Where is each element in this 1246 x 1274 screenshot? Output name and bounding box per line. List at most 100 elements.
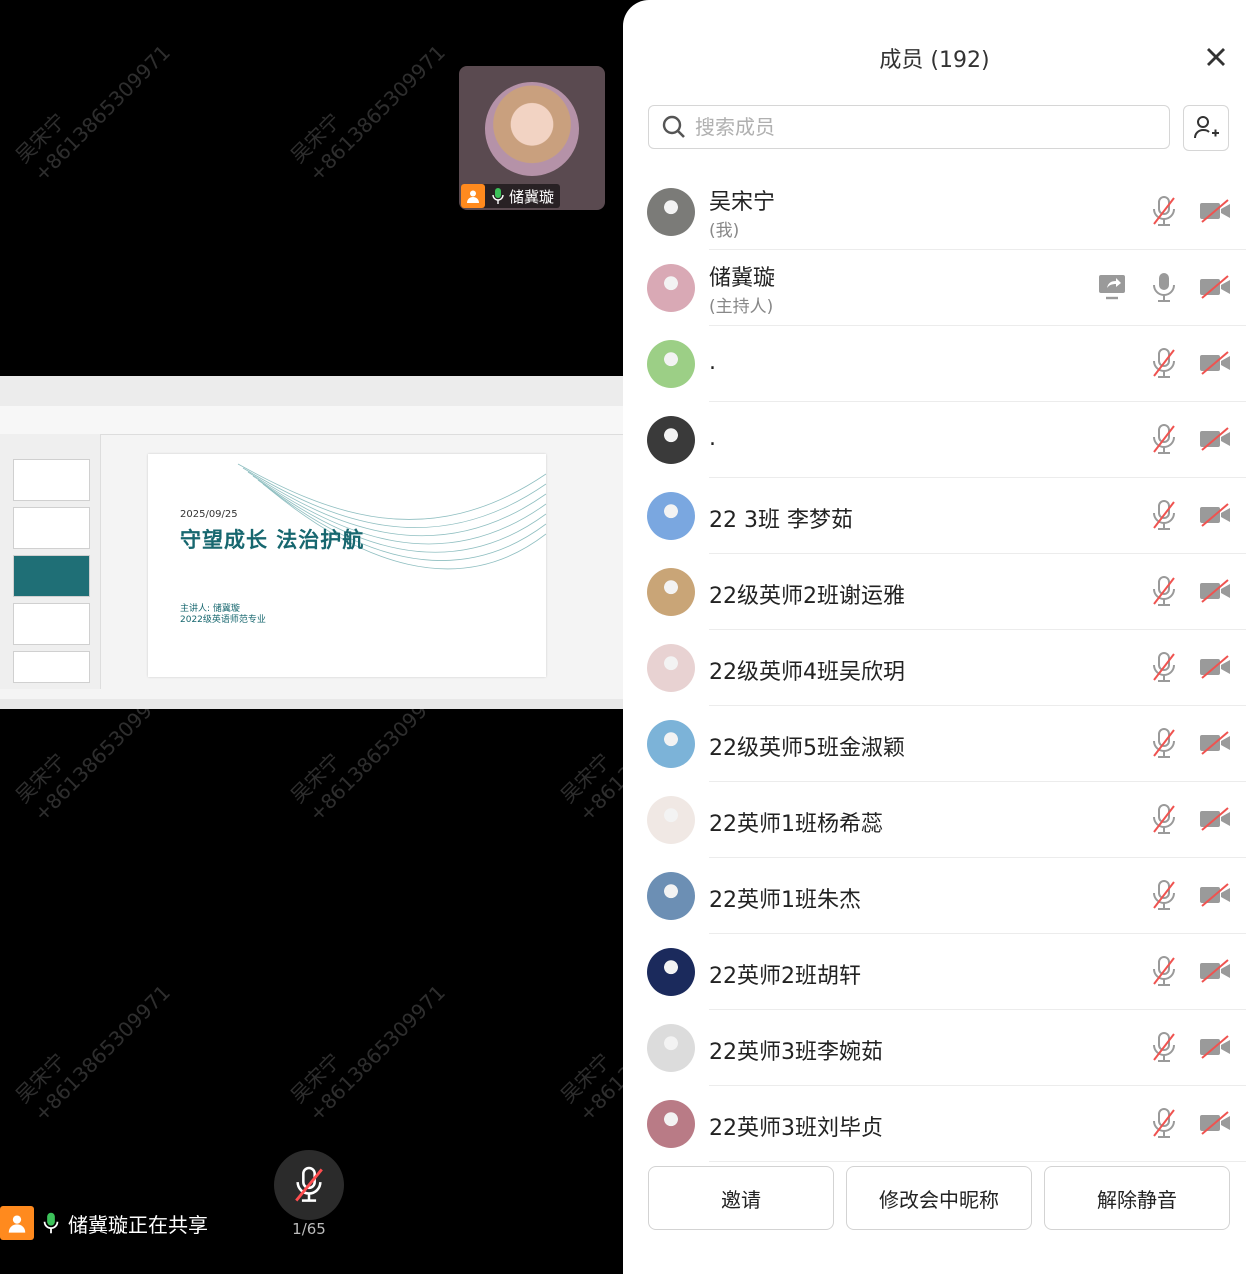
avatar	[647, 644, 695, 692]
camera-off-icon[interactable]	[1199, 351, 1231, 375]
member-row[interactable]: 吴宋宁 (我)	[623, 174, 1246, 250]
member-name: 22级英师5班金淑颖	[709, 736, 905, 761]
search-icon	[662, 115, 685, 138]
rename-button[interactable]: 修改会中昵称	[846, 1166, 1032, 1230]
avatar	[647, 796, 695, 844]
watermark: 吴宋宁 +8613865309971	[285, 980, 450, 1127]
slide-thumbnail	[13, 459, 90, 501]
member-row[interactable]: 22级英师5班金淑颖	[623, 706, 1246, 782]
member-row[interactable]: 22级英师2班谢运雅	[623, 554, 1246, 630]
member-row[interactable]: 22 3班 李梦茹	[623, 478, 1246, 554]
mic-on-icon	[492, 188, 504, 204]
slide-thumbnail	[13, 651, 90, 683]
slide-canvas: 2025/09/25 守望成长 法治护航 主讲人: 储冀璇 2022级英语师范专…	[148, 454, 546, 677]
thumbnail-name: 储冀璇	[509, 187, 555, 206]
close-icon[interactable]	[1203, 44, 1229, 70]
mic-muted-icon[interactable]	[1149, 954, 1179, 988]
member-name: 22 3班 李梦茹	[709, 508, 853, 533]
camera-off-icon[interactable]	[1199, 275, 1231, 299]
avatar	[647, 188, 695, 236]
mic-muted-icon[interactable]	[1149, 498, 1179, 532]
mic-muted-icon[interactable]	[1149, 650, 1179, 684]
camera-off-icon[interactable]	[1199, 959, 1231, 983]
avatar	[647, 416, 695, 464]
panel-title: 成员 (192)	[879, 48, 990, 73]
mic-muted-icon[interactable]	[1149, 574, 1179, 608]
camera-off-icon[interactable]	[1199, 503, 1231, 527]
members-panel: 成员 (192) 吴宋宁 (我) 储冀璇 (主持人).. 22 3班 李梦茹 22级英师2…	[623, 0, 1246, 1274]
app-statusbar	[0, 699, 623, 709]
host-avatar	[485, 82, 579, 176]
mic-muted-icon[interactable]	[1149, 422, 1179, 456]
mic-muted-icon[interactable]	[1149, 878, 1179, 912]
camera-off-icon[interactable]	[1199, 883, 1231, 907]
member-name: 22英师2班胡轩	[709, 964, 861, 989]
member-name: .	[709, 426, 716, 451]
avatar	[647, 720, 695, 768]
video-stage: 吴宋宁 +8613865309971 吴宋宁 +8613865309971 吴宋宁 +…	[0, 0, 623, 1274]
screen-share[interactable]: 2025/09/25 守望成长 法治护航 主讲人: 储冀璇 2022级英语师范专…	[0, 376, 623, 709]
member-row[interactable]: .	[623, 402, 1246, 478]
camera-off-icon[interactable]	[1199, 655, 1231, 679]
mic-muted-icon[interactable]	[1149, 346, 1179, 380]
mute-toggle-button[interactable]	[274, 1150, 344, 1220]
camera-off-icon[interactable]	[1199, 1035, 1231, 1059]
slide-date: 2025/09/25	[180, 509, 238, 520]
member-name: 22英师3班李婉茹	[709, 1040, 883, 1065]
slide-subtitle: 主讲人: 储冀璇 2022级英语师范专业	[180, 604, 266, 625]
avatar	[647, 492, 695, 540]
mic-on-icon[interactable]	[1149, 270, 1179, 304]
panel-actions: 邀请 修改会中昵称 解除静音	[648, 1166, 1230, 1230]
member-row[interactable]: .	[623, 326, 1246, 402]
user-icon	[0, 1206, 34, 1240]
page-counter: 1/65	[292, 1220, 326, 1238]
unmute-all-button[interactable]: 解除静音	[1044, 1166, 1230, 1230]
camera-off-icon[interactable]	[1199, 199, 1231, 223]
member-row[interactable]: 22英师3班刘毕贞	[623, 1086, 1246, 1162]
member-row[interactable]: 22英师1班杨希蕊	[623, 782, 1246, 858]
mic-on-icon	[43, 1212, 59, 1234]
watermark: 吴宋宁 +8613865309971	[555, 980, 623, 1127]
mic-muted-icon[interactable]	[1149, 194, 1179, 228]
member-list: 吴宋宁 (我) 储冀璇 (主持人).. 22 3班 李梦茹 22级英师2班谢运雅 22级英师…	[623, 174, 1246, 1162]
member-row[interactable]: 22级英师4班吴欣玥	[623, 630, 1246, 706]
avatar	[647, 872, 695, 920]
member-row[interactable]: 储冀璇 (主持人)	[623, 250, 1246, 326]
app-ribbon	[0, 406, 623, 435]
member-name: .	[709, 350, 716, 375]
member-row[interactable]: 22英师3班李婉茹	[623, 1010, 1246, 1086]
add-member-button[interactable]	[1183, 105, 1229, 151]
member-name: 22英师1班朱杰	[709, 888, 861, 913]
member-role: (主持人)	[709, 297, 774, 317]
avatar	[647, 568, 695, 616]
thumbnail-name-tag: 储冀璇	[461, 184, 561, 208]
member-row[interactable]: 22英师2班胡轩	[623, 934, 1246, 1010]
member-name: 22英师3班刘毕贞	[709, 1116, 883, 1141]
slide-title: 守望成长 法治护航	[180, 528, 365, 552]
search-box[interactable]	[648, 105, 1170, 149]
sharing-status: 储冀璇正在共享	[0, 1203, 208, 1243]
camera-off-icon[interactable]	[1199, 1111, 1231, 1135]
search-input[interactable]	[693, 114, 1137, 140]
host-video-thumbnail[interactable]: 储冀璇	[459, 66, 605, 210]
avatar	[647, 948, 695, 996]
mic-muted-icon[interactable]	[1149, 1030, 1179, 1064]
app-titlebar	[0, 376, 623, 407]
camera-off-icon[interactable]	[1199, 731, 1231, 755]
member-name: 22级英师2班谢运雅	[709, 584, 905, 609]
watermark: 吴宋宁 +8613865309971	[285, 40, 450, 187]
user-icon	[461, 184, 485, 208]
camera-off-icon[interactable]	[1199, 579, 1231, 603]
mic-muted-icon[interactable]	[1149, 1106, 1179, 1140]
mic-muted-icon[interactable]	[1149, 726, 1179, 760]
mic-muted-icon[interactable]	[1149, 802, 1179, 836]
camera-off-icon[interactable]	[1199, 427, 1231, 451]
row-divider	[709, 1161, 1246, 1162]
member-row[interactable]: 22英师1班朱杰	[623, 858, 1246, 934]
watermark: 吴宋宁 +8613865309971	[10, 980, 175, 1127]
slide-thumbnail	[13, 555, 90, 597]
invite-button[interactable]: 邀请	[648, 1166, 834, 1230]
sharing-status-text: 储冀璇正在共享	[68, 1212, 208, 1237]
camera-off-icon[interactable]	[1199, 807, 1231, 831]
member-role: (我)	[709, 221, 740, 241]
